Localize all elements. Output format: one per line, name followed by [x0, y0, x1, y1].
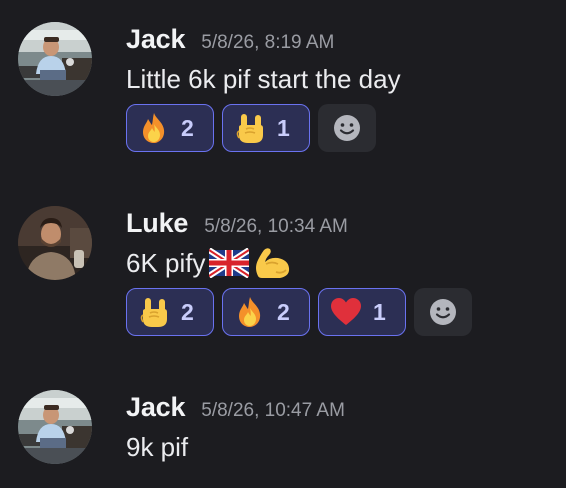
smiley-add-reaction-icon	[334, 115, 360, 141]
message-content: Little 6k pif start the day	[126, 60, 401, 98]
add-reaction-button[interactable]	[414, 288, 472, 336]
reaction-count: 2	[181, 115, 194, 141]
reaction-red-heart[interactable]: 1	[318, 288, 406, 336]
reaction-sign-of-the-horns[interactable]: 2	[126, 288, 214, 336]
red-heart-icon	[329, 295, 363, 329]
add-reaction-button[interactable]	[318, 104, 376, 152]
uk-flag-icon	[208, 248, 249, 278]
smiley-add-reaction-icon	[430, 299, 456, 325]
reaction-bar: 2 2 1	[126, 288, 472, 336]
flexed-biceps-icon	[252, 246, 292, 280]
avatar[interactable]	[18, 206, 92, 280]
message-content: 6K pify	[126, 244, 292, 282]
reaction-count: 2	[181, 299, 194, 325]
message-header: Luke 5/8/26, 10:34 AM	[126, 204, 348, 244]
sign-of-the-horns-icon	[233, 111, 267, 145]
message-timestamp: 5/8/26, 10:47 AM	[201, 400, 345, 421]
sign-of-the-horns-icon	[137, 295, 171, 329]
reaction-sign-of-the-horns[interactable]: 1	[222, 104, 310, 152]
avatar[interactable]	[18, 390, 92, 464]
reaction-count: 1	[277, 115, 290, 141]
author-name[interactable]: Jack	[126, 20, 185, 58]
author-name[interactable]: Jack	[126, 388, 185, 426]
chat-log: Jack 5/8/26, 8:19 AM Little 6k pif start…	[0, 0, 566, 488]
message-timestamp: 5/8/26, 10:34 AM	[204, 216, 348, 237]
reaction-bar: 2 1	[126, 104, 376, 152]
reaction-fire[interactable]: 2	[126, 104, 214, 152]
author-name[interactable]: Luke	[126, 204, 188, 242]
fire-icon	[233, 295, 267, 329]
reaction-count: 1	[373, 299, 386, 325]
message-text: 6K pify	[126, 248, 206, 278]
message-text: Little 6k pif start the day	[126, 64, 401, 94]
reaction-fire[interactable]: 2	[222, 288, 310, 336]
avatar[interactable]	[18, 22, 92, 96]
reaction-count: 2	[277, 299, 290, 325]
message-header: Jack 5/8/26, 10:47 AM	[126, 388, 345, 428]
message-text: 9k pif	[126, 432, 189, 462]
message-timestamp: 5/8/26, 8:19 AM	[201, 32, 335, 53]
message-content: 9k pif	[126, 428, 188, 466]
fire-icon	[137, 111, 171, 145]
message-header: Jack 5/8/26, 8:19 AM	[126, 20, 334, 60]
